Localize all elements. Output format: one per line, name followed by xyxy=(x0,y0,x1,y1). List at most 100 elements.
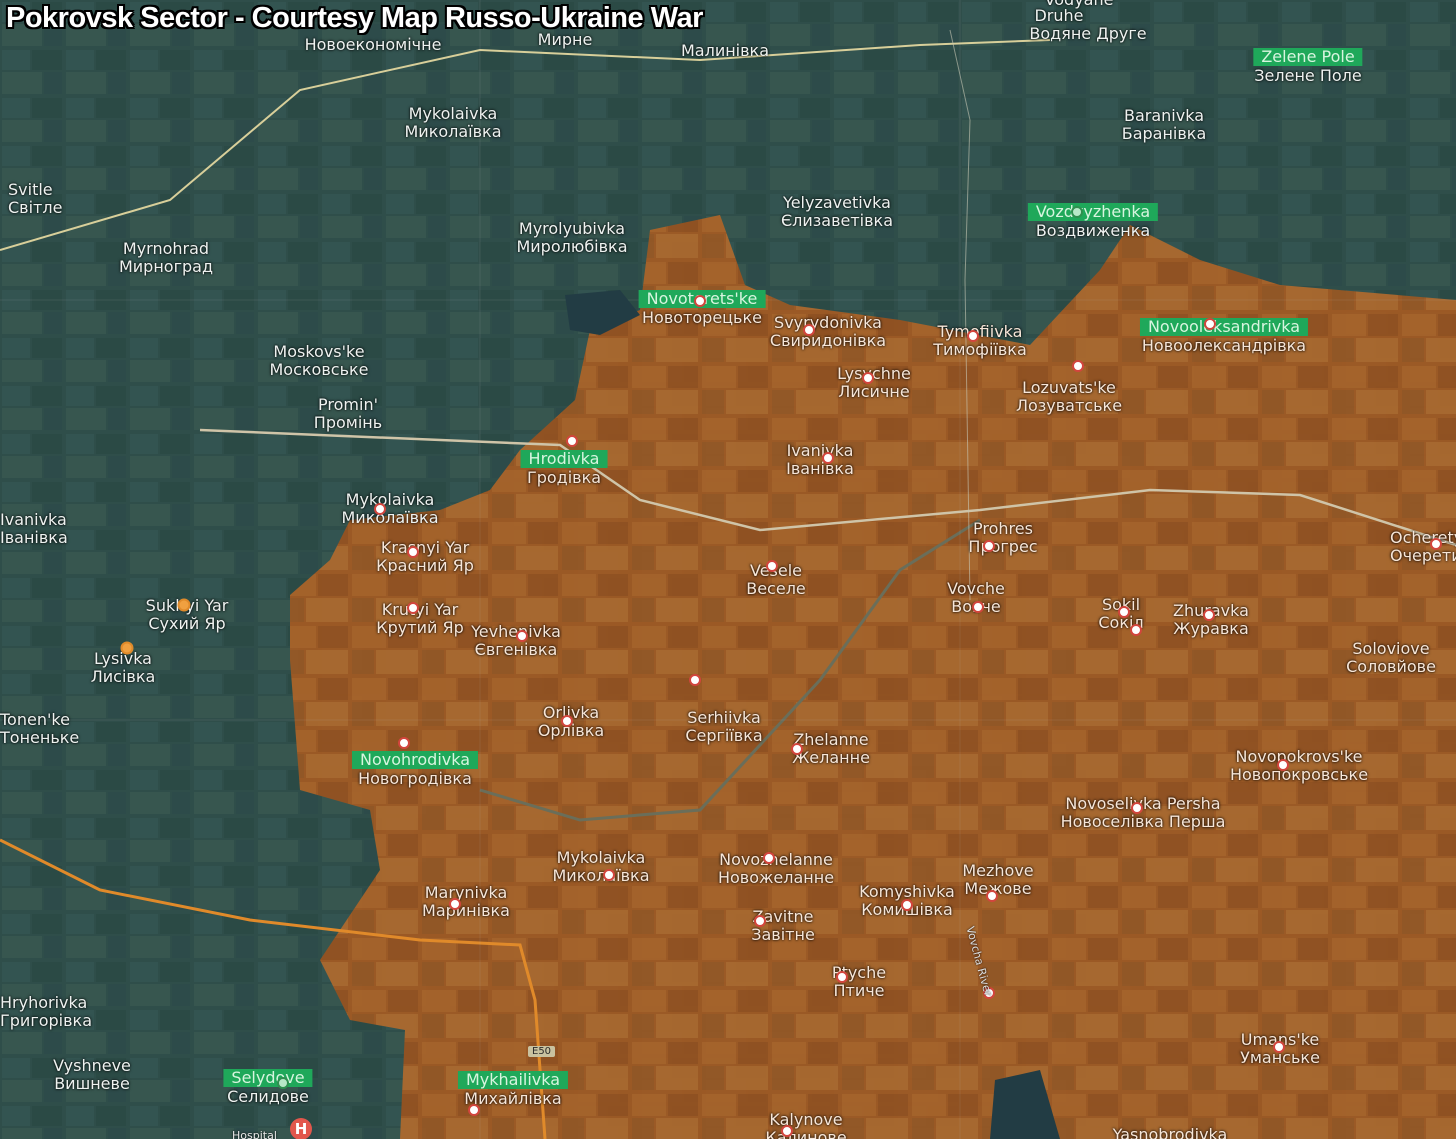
location-pin-icon[interactable] xyxy=(1203,609,1215,621)
location-pin-icon[interactable] xyxy=(407,546,419,558)
location-pin-icon[interactable] xyxy=(1118,606,1130,618)
place-label[interactable]: Vozdvyzhenka Воздвиженка xyxy=(1027,203,1159,240)
place-label[interactable]: Yelyzavetivka Єлизаветівка xyxy=(781,194,893,230)
location-pin-icon[interactable] xyxy=(754,915,766,927)
location-pin-icon[interactable] xyxy=(1430,538,1442,550)
place-label-partial: Мирне xyxy=(537,30,593,49)
place-label[interactable]: Novohrodivka Новогродівка xyxy=(351,751,479,788)
place-name-cyrillic: Новожеланне xyxy=(717,868,835,887)
place-label[interactable]: Novooleksandrivka Новоолександрівка xyxy=(1139,318,1309,355)
location-pin-icon[interactable] xyxy=(781,1125,793,1137)
location-pin-icon[interactable] xyxy=(983,540,995,552)
place-label[interactable]: Novoselivka Persha Новоселівка Перша xyxy=(1061,795,1226,831)
place-label[interactable]: Zelene Pole Зелене Поле xyxy=(1253,48,1363,85)
place-label[interactable]: Svyrydonivka Свиридонівка xyxy=(770,314,886,350)
location-pin-icon[interactable] xyxy=(561,715,573,727)
place-name-cyrillic: Новоолександрівка xyxy=(1141,336,1307,355)
place-label[interactable]: Tymofiivka Тимофіївка xyxy=(933,323,1027,359)
place-label[interactable]: Mykhailivka Михайлівка xyxy=(457,1071,569,1108)
hospital-icon[interactable]: H xyxy=(290,1118,312,1139)
place-name-latin: Hryhorivka xyxy=(0,993,88,1012)
location-pin-icon[interactable] xyxy=(967,330,979,342)
place-name-latin: Mykolaivka xyxy=(556,848,646,867)
location-pin-icon[interactable] xyxy=(516,630,528,642)
place-name-latin: Novoselivka Persha xyxy=(1065,794,1221,813)
place-label[interactable]: Krasnyi Yar Красний Яр xyxy=(376,539,474,575)
place-label[interactable]: Mezhove Межове xyxy=(962,862,1033,898)
place-label[interactable]: Ivanivka Іванівка xyxy=(0,511,68,547)
place-label[interactable]: Vyshneve Вишневе xyxy=(53,1057,131,1093)
place-name-cyrillic: Очеретине xyxy=(1390,546,1456,565)
location-pin-icon[interactable] xyxy=(120,641,134,655)
location-pin-icon[interactable] xyxy=(566,435,578,447)
place-label[interactable]: Promin' Промінь xyxy=(314,396,382,432)
location-pin-icon[interactable] xyxy=(822,452,834,464)
place-label[interactable]: Hryhorivka Григорівка xyxy=(0,994,92,1030)
place-name-latin: Soloviove xyxy=(1352,639,1430,658)
location-pin-icon[interactable] xyxy=(1072,360,1084,372)
place-label[interactable]: Baranivka Баранівка xyxy=(1122,107,1207,143)
location-pin-icon[interactable] xyxy=(986,890,998,902)
location-pin-icon[interactable] xyxy=(1204,318,1216,330)
place-name-cyrillic: Новопокровське xyxy=(1229,765,1369,784)
place-label[interactable]: Soloviove Соловйове xyxy=(1346,640,1436,676)
location-pin-icon[interactable] xyxy=(177,598,191,612)
location-pin-icon[interactable] xyxy=(1071,206,1083,218)
place-label[interactable]: Ivanivka Іванівка xyxy=(786,442,854,478)
map-canvas[interactable]: Pokrovsk Sector - Courtesy Map Russo-Ukr… xyxy=(0,0,1456,1139)
location-pin-icon[interactable] xyxy=(763,852,775,864)
location-pin-icon[interactable] xyxy=(972,601,984,613)
location-pin-icon[interactable] xyxy=(374,503,386,515)
location-pin-icon[interactable] xyxy=(603,869,615,881)
place-label[interactable]: Prohres Прогрес xyxy=(968,520,1037,556)
place-label[interactable]: Marynivka Маринівка xyxy=(422,884,510,920)
place-label[interactable]: Lozuvats'ke Лозуватське xyxy=(1016,379,1122,415)
hospital-label: Hospital xyxy=(232,1129,277,1139)
location-pin-icon[interactable] xyxy=(803,324,815,336)
place-name-latin: Selydove xyxy=(223,1069,313,1087)
place-label[interactable]: Myrolyubivka Миролюбівка xyxy=(516,220,627,256)
place-label[interactable]: Yasnobrodivka xyxy=(1113,1126,1228,1139)
place-label[interactable]: Selydove Селидове xyxy=(223,1069,313,1106)
place-label[interactable]: Zhelanne Желанне xyxy=(792,731,870,767)
place-name-latin: Prohres xyxy=(973,519,1033,538)
place-label[interactable]: Lysivka Лисівка xyxy=(91,650,156,686)
location-pin-icon[interactable] xyxy=(1130,624,1142,636)
location-pin-icon[interactable] xyxy=(689,674,701,686)
place-label[interactable]: Mykolaivka Миколаївка xyxy=(341,491,438,527)
place-label[interactable]: OcheretyneОчеретине xyxy=(1390,529,1456,565)
place-label[interactable]: Novozhelanne Новожеланне xyxy=(718,851,834,887)
location-pin-icon[interactable] xyxy=(766,560,778,572)
place-label[interactable]: Moskovs'ke Московське xyxy=(269,343,368,379)
place-label[interactable]: Kalynove Калинове xyxy=(765,1111,846,1139)
location-pin-icon[interactable] xyxy=(836,971,848,983)
place-name-cyrillic: Світле xyxy=(8,198,63,217)
place-label[interactable]: Myrnohrad Мирноград xyxy=(119,240,213,276)
place-name-cyrillic: Маринівка xyxy=(422,901,510,920)
place-label[interactable]: Svitle Світле xyxy=(8,181,62,217)
place-label[interactable]: Hrodivka Гродівка xyxy=(520,450,608,487)
place-name-cyrillic: Миколаївка xyxy=(404,122,502,141)
place-label[interactable]: Tonen'ke Тоненьке xyxy=(0,711,79,747)
location-pin-icon[interactable] xyxy=(862,372,874,384)
location-pin-icon[interactable] xyxy=(1273,1041,1285,1053)
place-label[interactable]: Lysychne Лисичне xyxy=(837,365,911,401)
location-pin-icon[interactable] xyxy=(694,295,706,307)
location-pin-icon[interactable] xyxy=(398,737,410,749)
location-pin-icon[interactable] xyxy=(468,1104,480,1116)
place-name-cyrillic: Лозуватське xyxy=(1015,396,1123,415)
location-pin-icon[interactable] xyxy=(1131,802,1143,814)
location-pin-icon[interactable] xyxy=(277,1077,289,1089)
place-label[interactable]: Mykolaivka Миколаївка xyxy=(404,105,501,141)
location-pin-icon[interactable] xyxy=(901,899,913,911)
location-pin-icon[interactable] xyxy=(791,743,803,755)
place-label[interactable]: Serhiivka Сергіївка xyxy=(685,709,762,745)
location-pin-icon[interactable] xyxy=(1277,759,1289,771)
location-pin-icon[interactable] xyxy=(407,602,419,614)
place-label[interactable]: Mykolaivka Миколаївка xyxy=(552,849,649,885)
place-label[interactable]: Krutyi Yar Крутий Яр xyxy=(376,601,463,637)
place-label[interactable]: Novopokrovs'ke Новопокровське xyxy=(1230,748,1368,784)
place-name-cyrillic: Сухий Яр xyxy=(148,614,226,633)
place-label[interactable]: Yevhenivka Євгенівка xyxy=(471,623,561,659)
location-pin-icon[interactable] xyxy=(449,898,461,910)
